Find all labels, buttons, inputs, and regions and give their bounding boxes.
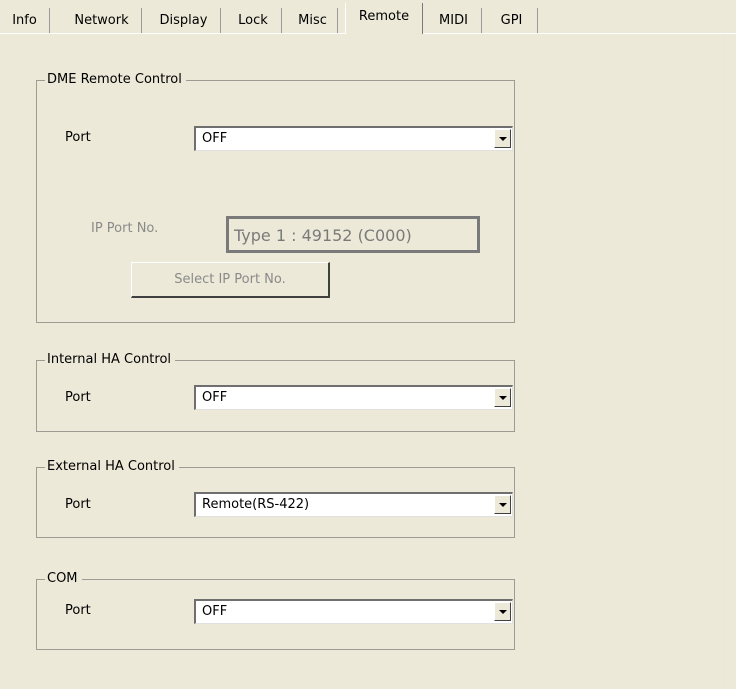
internal-ha-port-dropdown-button[interactable] xyxy=(494,388,511,407)
chevron-down-icon xyxy=(499,610,507,614)
chevron-down-icon xyxy=(499,137,507,141)
com-group-title: COM xyxy=(45,571,82,587)
select-ip-port-button[interactable]: Select IP Port No. xyxy=(131,262,330,298)
tab-network[interactable]: Network xyxy=(62,8,142,33)
tab-info[interactable]: Info xyxy=(0,8,50,33)
com-port-select[interactable]: OFF xyxy=(194,599,513,624)
tab-midi[interactable]: MIDI xyxy=(426,8,482,33)
chevron-down-icon xyxy=(499,503,507,507)
external-ha-group-title: External HA Control xyxy=(45,459,179,475)
dme-group-title: DME Remote Control xyxy=(45,72,186,88)
internal-ha-port-label: Port xyxy=(65,390,91,405)
com-group: COM Port OFF xyxy=(36,571,515,650)
dme-port-label: Port xyxy=(65,130,91,145)
external-ha-port-dropdown-button[interactable] xyxy=(494,495,511,514)
tab-remote[interactable]: Remote xyxy=(345,3,423,35)
internal-ha-port-select[interactable]: OFF xyxy=(194,385,513,410)
tab-display[interactable]: Display xyxy=(147,8,221,33)
ip-port-value: Type 1 : 49152 (C000) xyxy=(234,226,412,245)
tab-gpi[interactable]: GPI xyxy=(486,8,538,33)
com-port-label: Port xyxy=(65,603,91,618)
external-ha-port-label: Port xyxy=(65,497,91,512)
dme-port-select[interactable]: OFF xyxy=(194,126,513,151)
internal-ha-port-value: OFF xyxy=(202,390,228,405)
external-ha-port-select[interactable]: Remote(RS-422) xyxy=(194,492,513,517)
external-ha-port-value: Remote(RS-422) xyxy=(202,497,310,512)
tab-lock[interactable]: Lock xyxy=(225,8,282,33)
com-port-value: OFF xyxy=(202,604,228,619)
dme-port-dropdown-button[interactable] xyxy=(494,129,511,148)
panel-edge xyxy=(724,34,725,689)
chevron-down-icon xyxy=(499,396,507,400)
tab-bar: Info Network Display Lock Misc Remote MI… xyxy=(0,0,736,35)
ip-port-field: Type 1 : 49152 (C000) xyxy=(226,216,480,253)
external-ha-control-group: External HA Control Port Remote(RS-422) xyxy=(36,459,515,538)
ip-port-label: IP Port No. xyxy=(91,221,159,236)
tab-misc[interactable]: Misc xyxy=(288,8,338,33)
com-port-dropdown-button[interactable] xyxy=(494,602,511,621)
internal-ha-group-title: Internal HA Control xyxy=(45,352,176,368)
dme-port-value: OFF xyxy=(202,131,228,146)
dme-remote-control-group: DME Remote Control Port OFF IP Port No. … xyxy=(36,72,515,323)
internal-ha-control-group: Internal HA Control Port OFF xyxy=(36,352,515,432)
